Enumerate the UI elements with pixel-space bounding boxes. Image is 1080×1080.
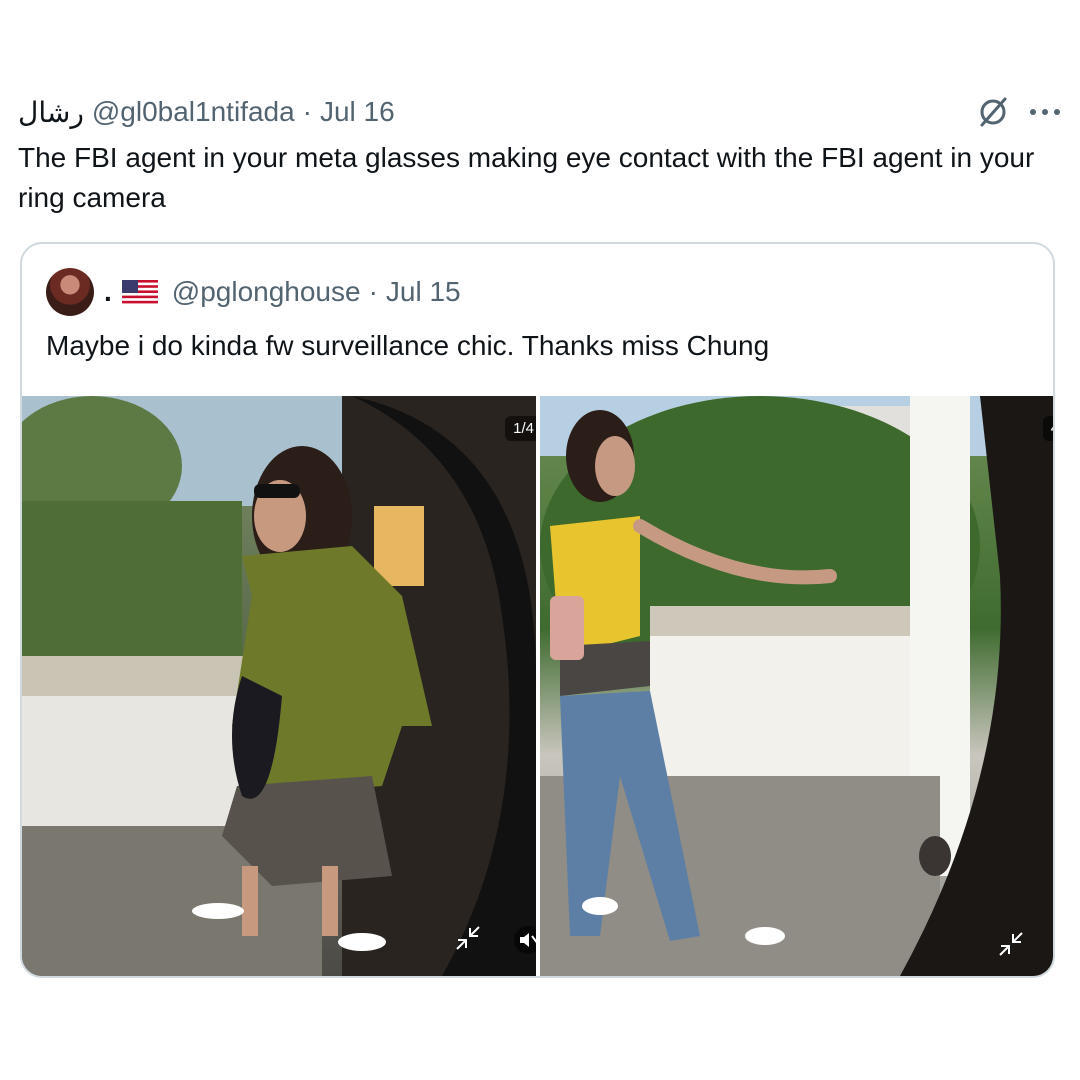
tweet-actions [976,95,1062,129]
tweet-text: The FBI agent in your meta glasses makin… [18,142,1035,213]
media-video-1[interactable]: 1/4 [22,396,536,976]
quoted-tweet-header: . @pglonghouse · Jul 15 [46,268,461,316]
collapse-icon[interactable] [995,928,1027,960]
separator: · [368,276,378,307]
quoted-tweet[interactable]: . @pglonghouse · Jul 15 Maybe i do kinda… [20,242,1055,978]
mute-icon[interactable] [514,926,536,954]
media-grid: 1/4 [22,396,1053,976]
separator: · [302,96,312,127]
collapse-icon[interactable] [452,922,484,954]
media-counter: 4 [1042,416,1053,441]
doorway-scene-image [22,396,536,976]
us-flag-icon [121,280,158,304]
quoted-author-handle[interactable]: @pglonghouse [172,276,361,308]
tweet-header: رشال @gl0bal1ntifada · Jul 16 [18,92,1062,132]
media-counter: 1/4 [505,416,536,441]
quoted-tweet-text: Maybe i do kinda fw surveillance chic. T… [46,330,770,361]
grok-icon[interactable] [976,95,1010,129]
tweet-date[interactable]: Jul 16 [320,96,395,128]
more-icon[interactable] [1028,106,1062,118]
quoted-tweet-date[interactable]: Jul 15 [386,276,461,308]
author-handle[interactable]: @gl0bal1ntifada [92,96,295,128]
tweet[interactable]: رشال @gl0bal1ntifada · Jul 16 The FBI ag… [0,0,1080,1080]
porch-scene-image [540,396,1053,976]
media-photo-2[interactable]: 4 [540,396,1053,976]
author-name[interactable]: رشال [18,96,84,129]
quoted-author-name[interactable]: . [104,276,112,308]
avatar[interactable] [46,268,94,316]
